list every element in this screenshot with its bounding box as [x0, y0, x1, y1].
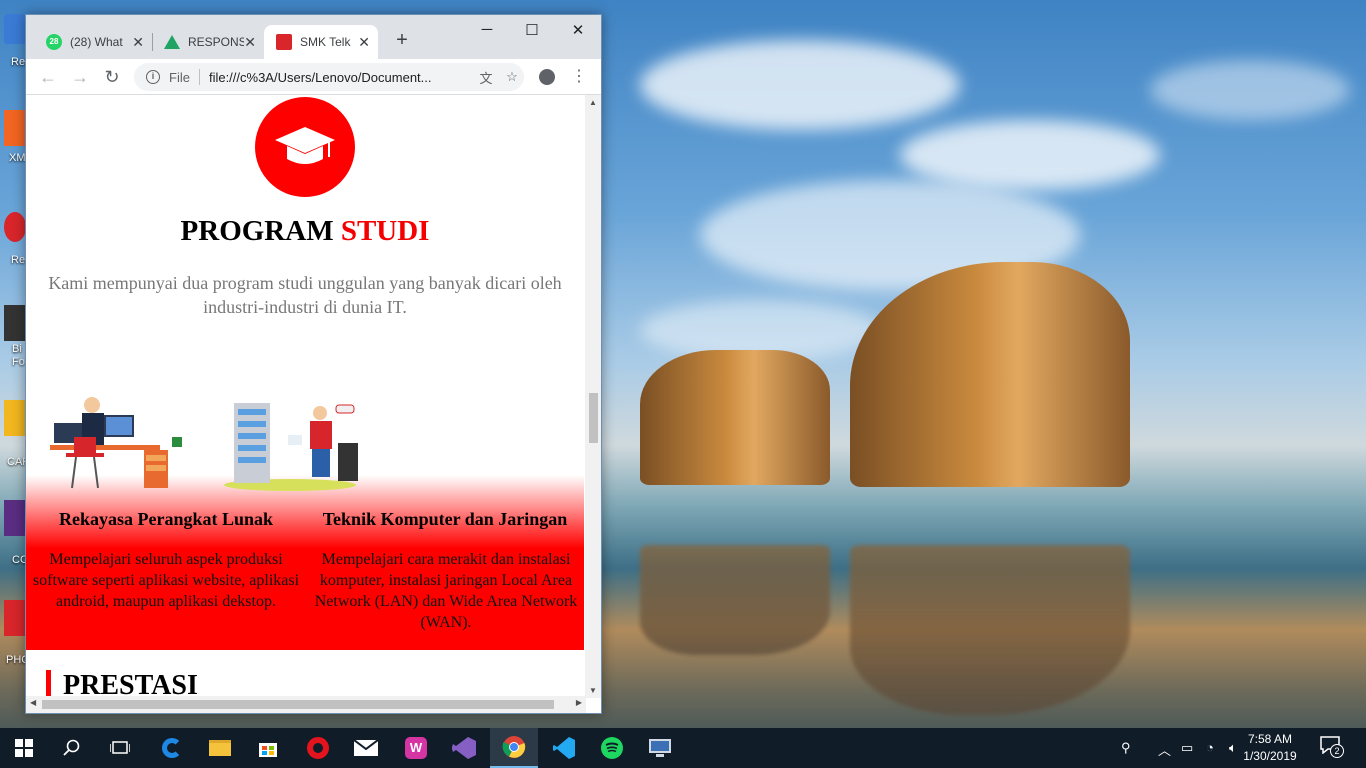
browser-window: 28 (28) What ✕ RESPONS ✕ SMK Telk ✕ + ─ … — [25, 14, 602, 714]
start-icon[interactable] — [0, 728, 48, 768]
graduation-cap-icon — [276, 34, 292, 50]
people-icon[interactable]: ⚲ — [1121, 740, 1131, 756]
network-engineer-illustration — [224, 393, 364, 493]
new-tab-button[interactable]: + — [390, 29, 414, 52]
desktop-icon-label: Bi Fo — [12, 343, 25, 368]
desktop-icon-recorder[interactable]: Rec — [4, 212, 31, 266]
mail-icon[interactable] — [342, 728, 390, 768]
edge-icon[interactable] — [148, 728, 196, 768]
desktop-icon-recycle-bin[interactable]: Rec — [4, 14, 31, 68]
remote-desktop-icon[interactable] — [636, 728, 684, 768]
prestasi-heading: PRESTASI — [46, 670, 198, 698]
tab-title: RESPONS — [188, 35, 244, 49]
maximize-button[interactable]: ☐ — [517, 21, 547, 39]
tab-smk-telkom[interactable]: SMK Telk ✕ — [264, 25, 378, 59]
title-accent: STUDI — [340, 215, 430, 247]
url-text[interactable]: file:///c%3A/Users/Lenovo/Document... — [209, 70, 469, 85]
chevron-up-icon[interactable]: ︿ — [1158, 740, 1171, 759]
tab-strip: 28 (28) What ✕ RESPONS ✕ SMK Telk ✕ + ─ … — [26, 15, 601, 59]
account-icon[interactable] — [536, 66, 558, 88]
scrollbar-thumb[interactable] — [589, 393, 598, 443]
task-view-icon[interactable] — [96, 728, 144, 768]
divider — [198, 69, 200, 85]
scroll-up-icon[interactable]: ▲ — [585, 98, 601, 107]
program-title-tkj: Teknik Komputer dan Jaringan — [322, 509, 568, 529]
url-scheme-label: File — [169, 69, 190, 85]
desktop-icon-cap[interactable]: CAP — [4, 400, 30, 468]
opera-icon[interactable] — [294, 728, 342, 768]
address-bar[interactable]: i File file:///c%3A/Users/Lenovo/Documen… — [134, 63, 524, 91]
chrome-icon[interactable] — [490, 728, 538, 768]
battery-icon[interactable]: ▭ — [1181, 740, 1193, 756]
tab-title: SMK Telk — [300, 35, 351, 49]
minimize-button[interactable]: ─ — [472, 21, 502, 38]
graduation-cap-icon — [255, 97, 355, 197]
scrollbar-thumb[interactable] — [42, 700, 554, 709]
section-intro: Kami mempunyai dua program studi unggula… — [48, 273, 562, 317]
search-icon[interactable] — [48, 728, 96, 768]
scroll-down-icon[interactable]: ▼ — [585, 686, 601, 695]
tab-whatsapp[interactable]: 28 (28) What ✕ — [34, 25, 152, 59]
store-icon[interactable] — [244, 728, 292, 768]
forward-button[interactable]: → — [68, 65, 92, 89]
site-info-icon[interactable]: i — [146, 70, 160, 84]
program-description-rpl: Mempelajari seluruh aspek produksi softw… — [32, 551, 300, 610]
tab-close-icon[interactable]: ✕ — [358, 34, 370, 51]
tab-google-drive[interactable]: RESPONS ✕ — [152, 25, 264, 59]
close-button[interactable]: ✕ — [563, 21, 593, 39]
menu-icon[interactable]: ⋮ — [568, 66, 590, 88]
page-viewport[interactable]: PROGRAM STUDI Kami mempunyai dua program… — [26, 95, 586, 698]
wifi-icon[interactable]: ◔ — [1206, 740, 1214, 755]
whatsapp-icon: 28 — [46, 34, 62, 50]
scroll-left-icon[interactable]: ◀ — [30, 698, 36, 707]
program-description-tkj: Mempelajari cara merakit dan instalasi k… — [314, 551, 578, 631]
desktop-icon-xmind[interactable]: XMi — [4, 110, 28, 164]
horizontal-scrollbar[interactable]: ◀ ▶ — [26, 696, 586, 713]
tab-title: (28) What — [70, 35, 123, 49]
programmer-illustration — [46, 393, 186, 493]
browser-toolbar: ← → ↻ i File file:///c%3A/Users/Lenovo/D… — [26, 59, 601, 95]
reload-button[interactable]: ↻ — [100, 65, 124, 89]
taskbar: W ⚲ ︿ ▭ ◔ 🔈︎ 7:58 AM 1/30/2019 2 — [0, 728, 1366, 768]
tab-close-icon[interactable]: ✕ — [244, 34, 256, 51]
system-clock[interactable]: 7:58 AM 1/30/2019 — [1222, 731, 1318, 765]
title-main: PROGRAM — [180, 215, 334, 247]
desktop-icon-phc[interactable]: PHC — [4, 600, 29, 666]
notification-icon[interactable]: 2 — [1320, 736, 1348, 760]
visual-studio-icon[interactable] — [440, 728, 488, 768]
app-w-icon[interactable]: W — [392, 728, 440, 768]
file-explorer-icon[interactable] — [196, 728, 244, 768]
desktop-icon-bi[interactable]: Bi Fo — [4, 305, 26, 368]
section-title: PROGRAM STUDI — [26, 215, 584, 248]
google-drive-icon — [164, 35, 180, 49]
scroll-right-icon[interactable]: ▶ — [576, 698, 582, 707]
desktop-icons: Rec XMi Rec Bi Fo CAP CC PHC — [0, 0, 31, 728]
spotify-icon[interactable] — [588, 728, 636, 768]
desktop-icon-cc[interactable]: CC — [4, 500, 28, 566]
translate-icon[interactable]: 文 — [477, 68, 495, 87]
clock-date: 1/30/2019 — [1243, 749, 1297, 763]
vertical-scrollbar[interactable]: ▲ ▼ — [585, 95, 601, 698]
clock-time: 7:58 AM — [1247, 732, 1293, 746]
vscode-icon[interactable] — [540, 728, 588, 768]
program-title-rpl: Rekayasa Perangkat Lunak — [58, 509, 274, 529]
back-button[interactable]: ← — [36, 65, 60, 89]
bookmark-star-icon[interactable]: ☆ — [503, 69, 521, 85]
notification-count-badge: 2 — [1330, 744, 1344, 758]
tab-close-icon[interactable]: ✕ — [132, 34, 144, 51]
